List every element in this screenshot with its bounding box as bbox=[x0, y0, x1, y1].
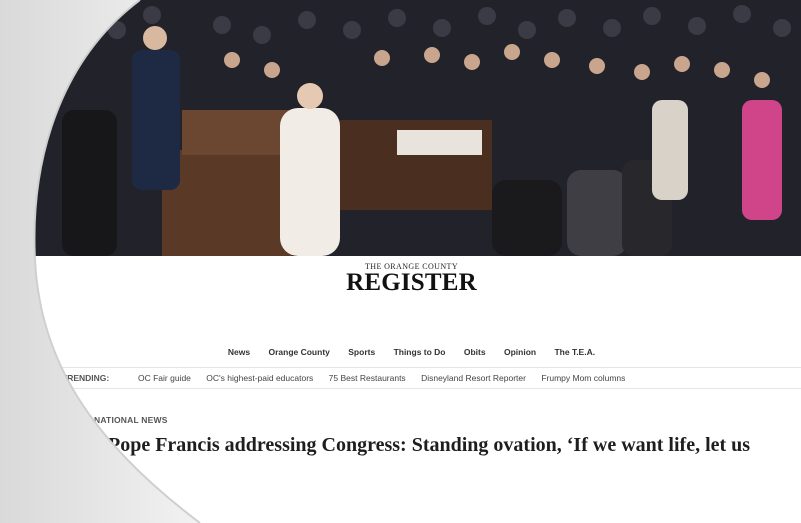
trending-label: TRENDING: bbox=[62, 373, 110, 383]
nav-item-obits[interactable]: Obits bbox=[464, 347, 486, 357]
news-site-panel: THE ORANGE COUNTY REGISTER News Orange C… bbox=[22, 256, 801, 523]
trending-bar: TRENDING: OC Fair guide OC's highest-pai… bbox=[22, 367, 801, 389]
main-navigation: News Orange County Sports Things to Do O… bbox=[22, 347, 801, 357]
masthead-title: REGISTER bbox=[346, 269, 477, 296]
trending-link-frumpy-mom[interactable]: Frumpy Mom columns bbox=[541, 373, 625, 383]
screenshot-stage: THE ORANGE COUNTY REGISTER News Orange C… bbox=[0, 0, 801, 523]
masthead-logo[interactable]: THE ORANGE COUNTY REGISTER bbox=[22, 262, 801, 295]
nav-item-sports[interactable]: Sports bbox=[348, 347, 375, 357]
trending-links: OC Fair guide OC's highest-paid educator… bbox=[138, 373, 638, 383]
nav-item-orange-county[interactable]: Orange County bbox=[268, 347, 329, 357]
nav-item-news[interactable]: News bbox=[228, 347, 250, 357]
article-section-label[interactable]: NATIONAL NEWS bbox=[94, 415, 168, 425]
trending-link-disneyland-reporter[interactable]: Disneyland Resort Reporter bbox=[421, 373, 526, 383]
trending-link-oc-fair-guide[interactable]: OC Fair guide bbox=[138, 373, 191, 383]
article-headline[interactable]: Pope Francis addressing Congress: Standi… bbox=[108, 434, 798, 458]
hero-photo-illustration bbox=[22, 0, 801, 256]
nav-item-the-tea[interactable]: The T.E.A. bbox=[554, 347, 595, 357]
nav-item-things-to-do[interactable]: Things to Do bbox=[394, 347, 446, 357]
trending-link-highest-paid-educators[interactable]: OC's highest-paid educators bbox=[206, 373, 313, 383]
trending-link-best-restaurants[interactable]: 75 Best Restaurants bbox=[329, 373, 406, 383]
hero-photo bbox=[22, 0, 801, 256]
nav-item-opinion[interactable]: Opinion bbox=[504, 347, 536, 357]
